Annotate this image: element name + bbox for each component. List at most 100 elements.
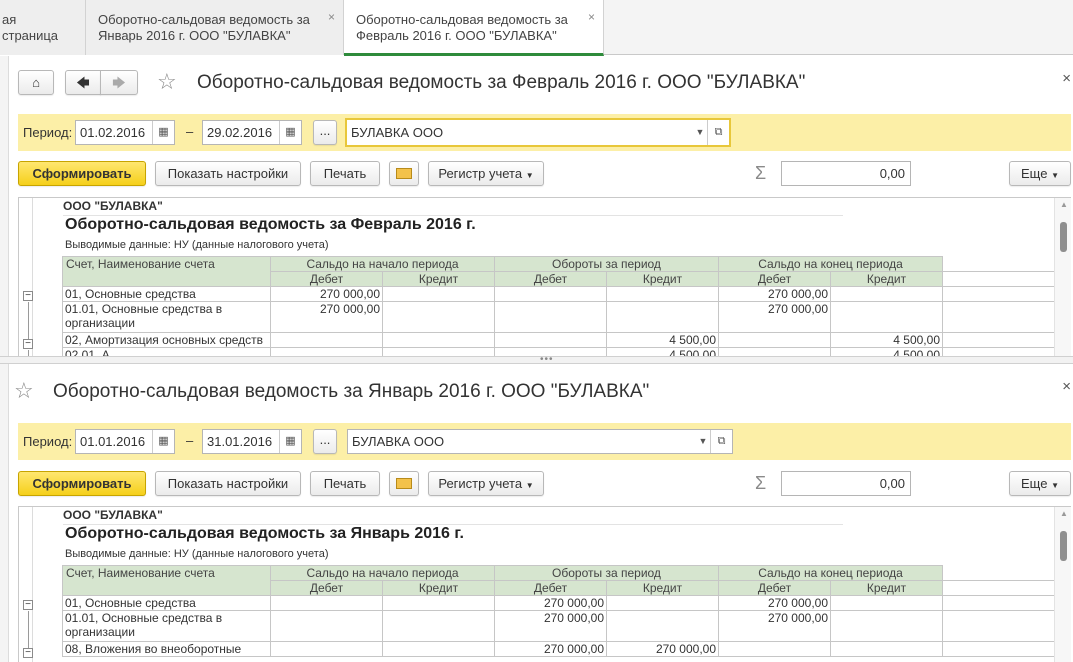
close-icon[interactable]: × [328,9,335,25]
turnover-credit: 270 000,00 [606,641,719,657]
calendar-icon[interactable]: ▦ [152,121,174,144]
sum-field[interactable]: 0,00 [781,471,911,496]
calendar-icon[interactable]: ▦ [279,121,301,144]
table-row[interactable]: 01.01, Основные средства в организации 2… [62,610,1055,642]
calendar-icon[interactable]: ▦ [279,430,301,453]
tab-home[interactable]: ая страница [0,0,86,55]
table-row[interactable]: 02, Амортизация основных средств 4 500,0… [62,332,1055,348]
collapse-icon[interactable]: − [23,339,33,349]
period-select-button[interactable]: ... [313,429,337,454]
send-email-button[interactable] [389,471,419,496]
favorite-star-icon[interactable]: ☆ [157,71,177,93]
opening-debit: 270 000,00 [270,286,383,302]
organization-field[interactable]: БУЛАВКА ООО ▼ ⧉ [347,429,733,454]
register-button[interactable]: Регистр учета ▼ [428,471,544,496]
row-spacer [942,332,1055,348]
sum-field[interactable]: 0,00 [781,161,911,186]
more-button[interactable]: Еще ▼ [1009,471,1071,496]
close-icon[interactable]: × [1062,70,1071,87]
vertical-scrollbar[interactable]: ▲ [1054,198,1071,356]
header-closing-balance: Сальдо на конец периода [718,256,943,272]
date-to-field[interactable]: 31.01.2016 ▦ [202,429,302,454]
turnover-debit [494,301,607,333]
tab-osv-february[interactable]: Оборотно-сальдовая ведомость за Февраль … [344,0,604,56]
table-row[interactable]: 08, Вложения во внеоборотные 270 000,00 … [62,641,1055,657]
report-window-january: × ☆ Оборотно-сальдовая ведомость за Янва… [0,364,1073,662]
date-to-field[interactable]: 29.02.2016 ▦ [202,120,302,145]
header-credit: Кредит [382,580,495,596]
collapse-icon[interactable]: − [23,600,33,610]
scroll-thumb[interactable] [1060,222,1067,252]
table-row[interactable]: 01, Основные средства 270 000,00 270 000… [62,595,1055,611]
chevron-down-icon[interactable]: ▼ [693,120,707,145]
date-from-field[interactable]: 01.01.2016 ▦ [75,429,175,454]
more-button[interactable]: Еще ▼ [1009,161,1071,186]
turnover-debit: 270 000,00 [494,595,607,611]
register-button[interactable]: Регистр учета ▼ [428,161,544,186]
send-email-button[interactable] [389,161,419,186]
forward-button[interactable]: 🡆 [100,70,138,95]
sum-icon: Σ [755,473,767,493]
turnover-credit: 4 500,00 [606,332,719,348]
closing-debit [718,641,831,657]
account-name: 01.01, Основные средства в организации [62,610,271,642]
tab-osv-january[interactable]: Оборотно-сальдовая ведомость за Январь 2… [86,0,344,55]
turnover-credit [606,595,719,611]
report-sheet[interactable]: ООО "БУЛАВКА" Оборотно-сальдовая ведомос… [18,506,1071,662]
table-header-row: Счет, Наименование счета Сальдо на начал… [62,256,1055,287]
tab-label-line1: Оборотно-сальдовая ведомость за [98,12,310,27]
opening-debit [270,595,383,611]
header-spacer [942,565,1055,581]
print-button[interactable]: Печать [310,471,380,496]
report-title: Оборотно-сальдовая ведомость за Январь 2… [65,525,464,542]
scroll-up-icon[interactable]: ▲ [1060,200,1068,209]
report-subtitle: Выводимые данные: НУ (данные налогового … [65,239,329,251]
row-spacer [942,610,1055,642]
close-icon[interactable]: × [588,9,595,25]
table-row[interactable]: 01.01, Основные средства в организации 2… [62,301,1055,333]
print-button[interactable]: Печать [310,161,380,186]
pane-left-edge [0,364,9,662]
collapse-icon[interactable]: − [23,291,33,301]
header-opening-balance: Сальдо на начало периода [270,256,495,272]
turnover-debit [494,332,607,348]
scroll-thumb[interactable] [1060,531,1067,561]
report-sheet[interactable]: ООО "БУЛАВКА" Оборотно-сальдовая ведомос… [18,197,1071,356]
period-select-button[interactable]: ... [313,120,337,145]
closing-debit: 270 000,00 [718,595,831,611]
organization-field[interactable]: БУЛАВКА ООО ▼ ⧉ [345,118,731,147]
vertical-scrollbar[interactable]: ▲ [1054,507,1071,662]
arrow-left-icon: 🡄 [76,75,90,90]
date-from-field[interactable]: 01.02.2016 ▦ [75,120,175,145]
period-bar: Период: 01.02.2016 ▦ – 29.02.2016 ▦ ... … [18,114,1071,151]
generate-button[interactable]: Сформировать [18,161,146,186]
open-icon[interactable]: ⧉ [707,120,729,145]
chevron-down-icon[interactable]: ▼ [696,430,710,453]
favorite-star-icon[interactable]: ☆ [14,380,34,402]
scroll-up-icon[interactable]: ▲ [1060,509,1068,518]
collapse-icon[interactable]: − [23,648,33,658]
opening-debit [270,641,383,657]
calendar-icon[interactable]: ▦ [152,430,174,453]
table-row[interactable]: 01, Основные средства 270 000,00 270 000… [62,286,1055,302]
back-button[interactable]: 🡄 [65,70,101,95]
opening-debit [270,610,383,642]
header-credit: Кредит [606,580,719,596]
close-icon[interactable]: × [1062,378,1071,395]
tree-line [28,611,29,649]
pane-splitter[interactable]: ••• [0,355,1073,365]
account-name: 02, Амортизация основных средств [62,332,271,348]
row-spacer [942,286,1055,302]
show-settings-button[interactable]: Показать настройки [155,161,301,186]
generate-button[interactable]: Сформировать [18,471,146,496]
open-icon[interactable]: ⧉ [710,430,732,453]
table-row[interactable]: 02.01, А 4 500,00 4 500,00 [62,347,1055,356]
more-label: Еще [1021,166,1048,181]
chevron-down-icon: ▼ [1051,171,1059,180]
row-spacer [942,595,1055,611]
home-button[interactable]: ⌂ [18,70,54,95]
show-settings-button[interactable]: Показать настройки [155,471,301,496]
report-subtitle: Выводимые данные: НУ (данные налогового … [65,548,329,560]
date-to-value: 29.02.2016 [207,125,273,140]
closing-debit: 270 000,00 [718,610,831,642]
